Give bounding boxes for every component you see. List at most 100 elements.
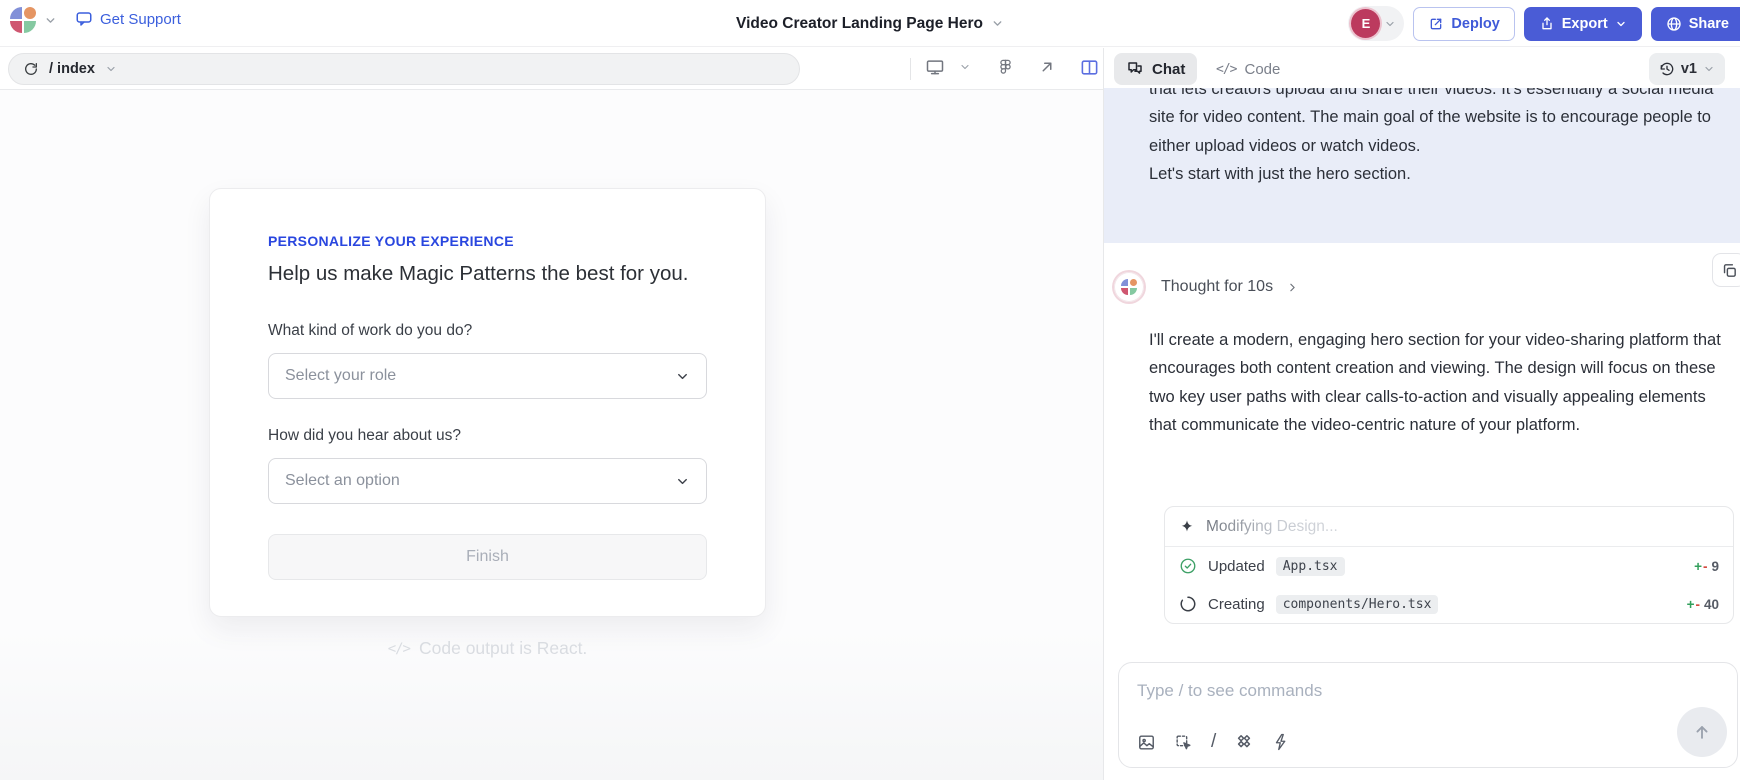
status-action: Updated: [1208, 558, 1265, 575]
components-icon[interactable]: [1234, 732, 1254, 752]
title-chevron-icon[interactable]: [991, 17, 1004, 30]
role-select-placeholder: Select your role: [285, 367, 396, 385]
user-message-text: that lets creators upload and share thei…: [1149, 88, 1721, 189]
code-tab-label: Code: [1244, 61, 1280, 78]
thought-expand-chevron-icon[interactable]: [1286, 281, 1299, 294]
thought-row[interactable]: Thought for 10s: [1114, 272, 1299, 302]
external-link-icon: [1428, 16, 1444, 32]
workspace-chevron-icon[interactable]: [44, 14, 57, 27]
card-eyebrow: PERSONALIZE YOUR EXPERIENCE: [268, 233, 707, 249]
role-question-label: What kind of work do you do?: [268, 322, 707, 340]
assistant-message-text: I'll create a modern, engaging hero sect…: [1149, 326, 1735, 440]
version-label: v1: [1681, 61, 1697, 77]
status-file-chip: components/Hero.tsx: [1276, 595, 1439, 614]
card-headline: Help us make Magic Patterns the best for…: [268, 262, 707, 286]
version-chevron-icon: [1703, 63, 1715, 75]
device-chevron-icon[interactable]: [959, 61, 971, 73]
get-support-label: Get Support: [100, 11, 181, 28]
deploy-label: Deploy: [1451, 16, 1499, 32]
arrow-up-icon: [1692, 722, 1712, 742]
support-chat-bubble-icon: [75, 10, 93, 28]
route-chevron-icon[interactable]: [105, 63, 117, 75]
status-row-updated[interactable]: Updated App.tsx + - 9: [1165, 547, 1733, 585]
get-support-link[interactable]: Get Support: [75, 10, 181, 28]
slash-command-icon[interactable]: /: [1211, 731, 1216, 753]
chat-tab-label: Chat: [1152, 61, 1185, 78]
role-select-chevron-icon: [675, 369, 690, 384]
role-select[interactable]: Select your role: [268, 353, 707, 399]
status-header-label: Modifying Design...: [1206, 518, 1338, 536]
device-preview-icon[interactable]: [925, 57, 945, 77]
project-title: Video Creator Landing Page Hero: [736, 15, 983, 33]
route-bar[interactable]: / index: [8, 53, 800, 85]
spinner-icon: [1179, 595, 1197, 613]
select-element-icon[interactable]: [1174, 733, 1193, 752]
generation-status-card: Modifying Design... Updated App.tsx + - …: [1164, 506, 1734, 624]
figma-export-icon[interactable]: [997, 59, 1014, 76]
status-header: Modifying Design...: [1165, 507, 1733, 547]
chat-input-container: /: [1118, 662, 1738, 768]
export-label: Export: [1562, 16, 1608, 32]
export-button[interactable]: Export: [1524, 7, 1642, 41]
preview-canvas: PERSONALIZE YOUR EXPERIENCE Help us make…: [0, 90, 1103, 780]
diff-minus: -: [1695, 597, 1700, 612]
share-button[interactable]: Share: [1651, 7, 1740, 41]
code-icon: </>: [388, 641, 410, 657]
toolbar-divider: [910, 58, 911, 80]
assistant-avatar-icon: [1114, 272, 1144, 302]
open-in-new-tab-icon[interactable]: [1038, 58, 1056, 76]
top-header: Get Support Video Creator Landing Page H…: [0, 0, 1740, 47]
diff-minus: -: [1703, 559, 1708, 574]
thought-duration-label: Thought for 10s: [1161, 278, 1273, 296]
refresh-icon[interactable]: [23, 61, 39, 77]
upload-icon: [1539, 16, 1555, 32]
check-circle-icon: [1179, 557, 1197, 575]
magic-patterns-app: Get Support Video Creator Landing Page H…: [0, 0, 1740, 780]
chat-input[interactable]: [1137, 681, 1567, 701]
input-toolbar: /: [1137, 731, 1290, 753]
share-label: Share: [1689, 16, 1729, 32]
diff-stats: + - 40: [1687, 597, 1719, 612]
route-path: / index: [49, 61, 95, 77]
finish-button[interactable]: Finish: [268, 534, 707, 580]
diff-plus: +: [1694, 559, 1702, 574]
tab-code[interactable]: </> Code: [1204, 53, 1292, 85]
copy-message-button[interactable]: [1712, 253, 1740, 287]
diff-count: 9: [1711, 559, 1719, 574]
diff-plus: +: [1687, 597, 1695, 612]
send-button[interactable]: [1677, 707, 1727, 757]
panel-tabs: Chat </> Code v1: [1104, 48, 1740, 88]
code-tab-icon: </>: [1216, 62, 1236, 77]
user-avatar: E: [1351, 9, 1380, 38]
split-view-icon[interactable]: [1080, 58, 1099, 77]
code-output-note: </> Code output is React.: [209, 638, 766, 659]
account-menu[interactable]: E: [1348, 6, 1404, 41]
copy-icon: [1721, 262, 1738, 279]
referral-select[interactable]: Select an option: [268, 458, 707, 504]
quick-actions-icon[interactable]: [1272, 733, 1290, 751]
account-chevron-icon: [1384, 18, 1396, 30]
magic-patterns-logo-icon[interactable]: [10, 7, 36, 33]
status-row-creating[interactable]: Creating components/Hero.tsx + - 40: [1165, 585, 1733, 623]
diff-count: 40: [1704, 597, 1719, 612]
chat-bubbles-icon: [1126, 60, 1144, 78]
globe-icon: [1666, 16, 1682, 32]
deploy-button[interactable]: Deploy: [1413, 7, 1514, 41]
sparkle-icon: [1179, 519, 1195, 535]
referral-select-chevron-icon: [675, 474, 690, 489]
status-file-chip: App.tsx: [1276, 557, 1345, 576]
personalize-card: PERSONALIZE YOUR EXPERIENCE Help us make…: [209, 188, 766, 617]
attach-image-icon[interactable]: [1137, 733, 1156, 752]
diff-stats: + - 9: [1694, 559, 1719, 574]
preview-toolbar: / index: [0, 48, 1103, 90]
code-output-label: Code output is React.: [419, 638, 587, 659]
referral-question-label: How did you hear about us?: [268, 427, 707, 445]
status-action: Creating: [1208, 596, 1265, 613]
user-message: that lets creators upload and share thei…: [1104, 88, 1740, 243]
version-selector[interactable]: v1: [1649, 53, 1725, 85]
export-chevron-icon: [1615, 18, 1627, 30]
chat-panel: Chat </> Code v1 that lets creators uplo…: [1103, 48, 1740, 780]
history-icon: [1659, 61, 1675, 77]
tab-chat[interactable]: Chat: [1114, 53, 1197, 85]
referral-select-placeholder: Select an option: [285, 472, 400, 490]
